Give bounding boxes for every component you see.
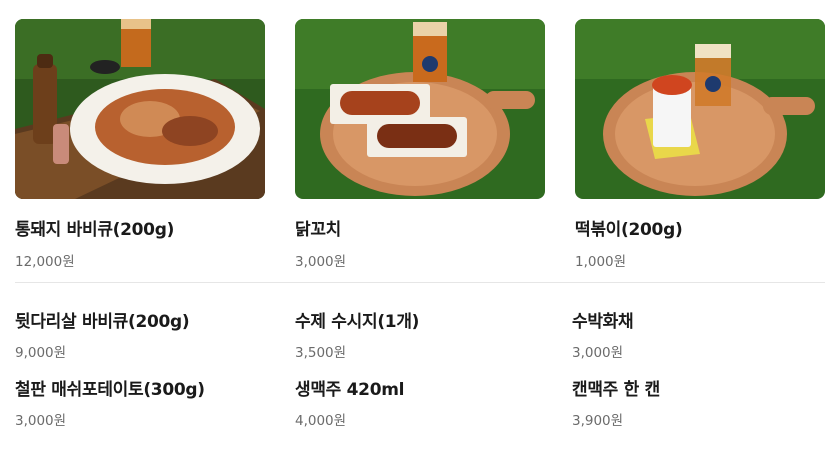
- menu-card-chicken-skewer[interactable]: 닭꼬치 3,000원: [295, 19, 545, 270]
- menu-card-bbq-pork[interactable]: 통돼지 바비큐(200g) 12,000원: [15, 19, 265, 270]
- menu-item[interactable]: 철판 매쉬포테이토(300g) 3,000원: [15, 375, 285, 429]
- tteokbokki-photo[interactable]: [575, 19, 825, 199]
- menu-item-price: 3,900원: [572, 413, 624, 429]
- bbq-pork-photo[interactable]: [15, 19, 265, 199]
- menu-item[interactable]: 생맥주 420ml 4,000원: [295, 375, 565, 429]
- chicken-skewer-photo[interactable]: [295, 19, 545, 199]
- menu-item-name: 철판 매쉬포테이토(300g): [15, 380, 205, 400]
- menu-item[interactable]: 수박화채 3,000원: [572, 307, 840, 361]
- menu-item-price: 9,000원: [15, 345, 67, 361]
- menu-item[interactable]: 수제 수시지(1개) 3,500원: [295, 307, 565, 361]
- menu-item-price: 3,500원: [295, 345, 347, 361]
- menu-item[interactable]: 뒷다리살 바비큐(200g) 9,000원: [15, 307, 285, 361]
- menu-item-price: 3,000원: [15, 413, 67, 429]
- menu-item-name: 뒷다리살 바비큐(200g): [15, 312, 190, 332]
- menu-item-name: 수제 수시지(1개): [295, 312, 420, 332]
- menu-item-price: 12,000원: [15, 254, 75, 270]
- menu-card-tteokbokki[interactable]: 떡볶이(200g) 1,000원: [575, 19, 825, 270]
- menu-item-price: 1,000원: [575, 254, 627, 270]
- menu-item-price: 3,000원: [572, 345, 624, 361]
- menu-item-name: 캔맥주 한 캔: [572, 380, 660, 400]
- menu-item-price: 3,000원: [295, 254, 347, 270]
- menu-item[interactable]: 캔맥주 한 캔 3,900원: [572, 375, 840, 429]
- section-divider: [15, 282, 825, 283]
- menu-item-name: 떡볶이(200g): [575, 220, 683, 240]
- menu-item-name: 통돼지 바비큐(200g): [15, 220, 175, 240]
- menu-item-name: 생맥주 420ml: [295, 380, 405, 400]
- menu-item-name: 수박화채: [572, 312, 634, 332]
- menu-item-price: 4,000원: [295, 413, 347, 429]
- menu-item-name: 닭꼬치: [295, 220, 342, 240]
